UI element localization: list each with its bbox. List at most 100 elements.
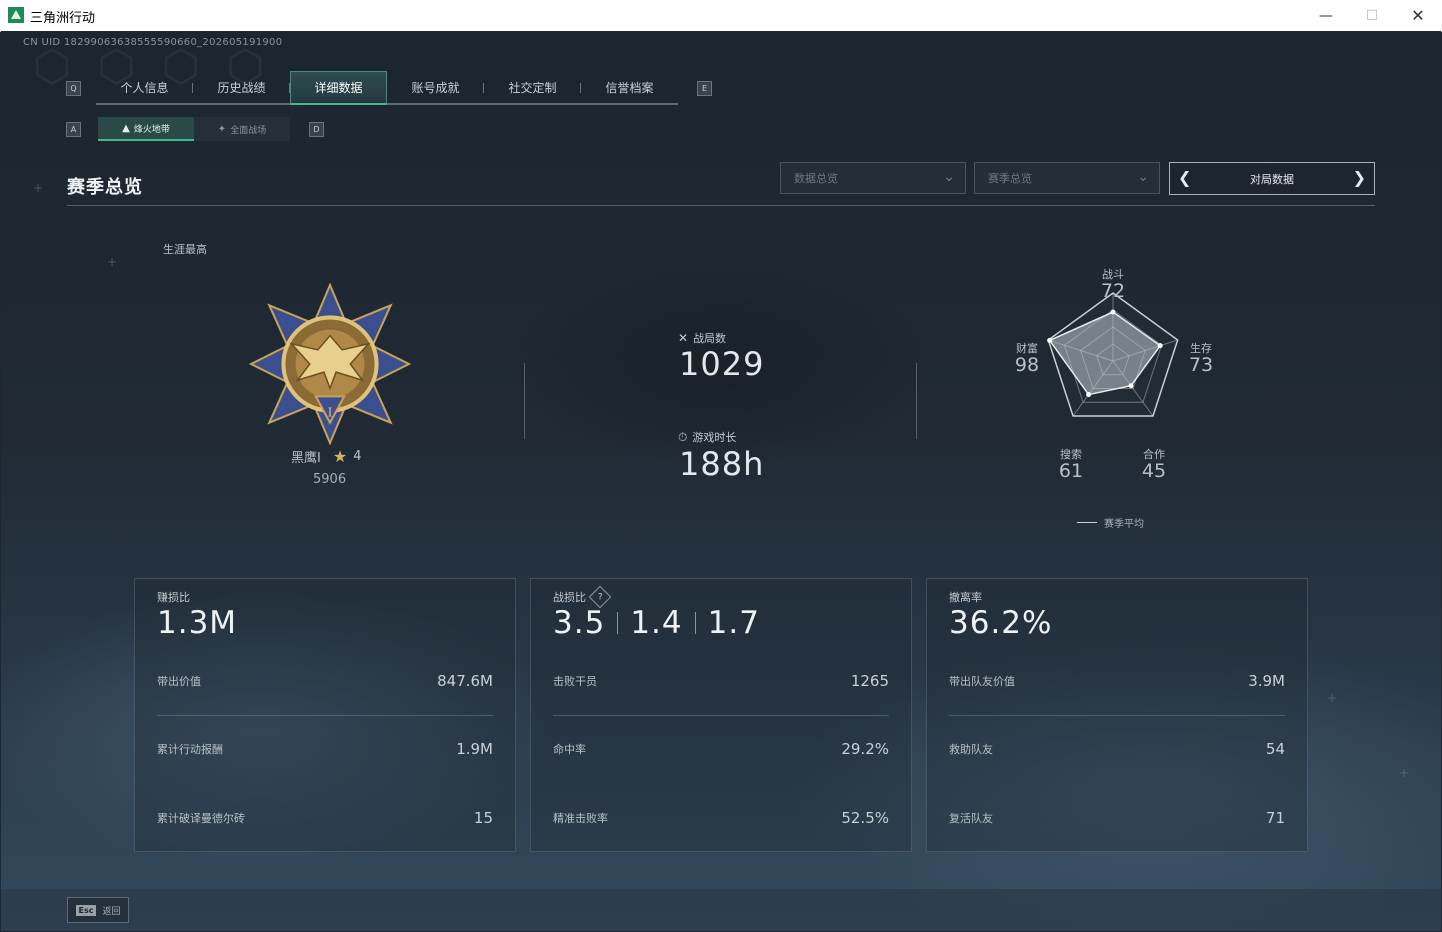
stat-row: 带出价值 847.6M <box>157 672 493 693</box>
tab-label: 个人信息 <box>120 80 169 95</box>
section-divider <box>67 205 1375 206</box>
match-data-selector[interactable]: ❮ 对局数据 ❯ <box>1169 162 1375 195</box>
radar-value-combat: 72 <box>1100 280 1126 302</box>
bottom-bar <box>1 889 1441 931</box>
row-label: 击败干员 <box>553 675 597 688</box>
row-value: 71 <box>1265 809 1285 827</box>
data-overview-dropdown[interactable]: 数据总览 ⌄ <box>780 162 966 194</box>
chevron-right-icon[interactable]: ❯ <box>1353 168 1366 187</box>
rank-stars: 4 <box>353 449 362 464</box>
battlefield-icon: ✦ <box>217 123 227 135</box>
main-value: 3.5 <box>553 605 606 641</box>
tab-next-key[interactable]: E <box>697 81 712 96</box>
tab-credit-record[interactable]: 信誉档案 <box>581 71 678 105</box>
row-label: 救助队友 <box>949 743 993 756</box>
tab-label: 社交定制 <box>508 80 557 95</box>
row-label: 带出队友价值 <box>949 675 1015 688</box>
stopwatch-icon: ⏱ <box>678 429 688 444</box>
card-main-value: 36.2% <box>949 605 1052 641</box>
row-value: 52.5% <box>841 809 889 827</box>
matches-label-text: 战局数 <box>693 332 727 345</box>
kd-ratio-card: 战损比? 3.5 1.4 1.7 击败干员 1265 命中率 29.2% 精准击败率… <box>530 578 912 852</box>
dropdown-value: 数据总览 <box>794 172 838 185</box>
stat-row: 带出队友价值 3.9M <box>949 672 1285 693</box>
ability-radar: 战斗 72 生存 73 合作 45 搜索 61 财富 98 <box>991 256 1251 526</box>
tab-label: 详细数据 <box>314 81 363 95</box>
playtime-value: 188h <box>679 445 765 483</box>
tab-social-custom[interactable]: 社交定制 <box>484 71 581 105</box>
stat-row: 累计行动报酬 1.9M <box>157 740 493 761</box>
radar-point <box>1110 309 1116 315</box>
main-value: 1.3M <box>157 605 238 641</box>
subtab-next-key[interactable]: D <box>309 122 324 137</box>
row-divider <box>553 715 889 716</box>
tab-detailed-data[interactable]: 详细数据 <box>290 71 387 105</box>
selector-label: 对局数据 <box>1250 172 1294 186</box>
extraction-rate-card: 撤离率 36.2% 带出队友价值 3.9M 救助队友 54 复活队友 71 <box>926 578 1308 852</box>
esc-key-icon: Esc <box>75 904 97 916</box>
row-label: 累计行动报酬 <box>157 743 223 756</box>
card-title-text: 赚损比 <box>157 591 190 604</box>
radar-value-wealth: 98 <box>1014 354 1040 376</box>
card-title: 撤离率 <box>949 589 982 605</box>
close-button[interactable]: ✕ <box>1395 0 1441 31</box>
row-label: 复活队友 <box>949 812 993 825</box>
rank-name: 黑鹰Ⅰ <box>291 451 321 466</box>
profit-ratio-card: 赚损比 1.3M 带出价值 847.6M 累计行动报酬 1.9M 累计破译曼德尔砖 1… <box>134 578 516 852</box>
row-value: 54 <box>1265 740 1285 758</box>
tab-prev-key[interactable]: Q <box>66 81 81 96</box>
back-button[interactable]: Esc 返回 <box>67 897 129 923</box>
beacon-icon: ▲ <box>122 122 130 134</box>
mode-subtabs: ▲ 烽火地带 ✦ 全面战场 <box>98 117 290 141</box>
radar-value-survival: 73 <box>1188 354 1214 376</box>
card-title: 战损比? <box>553 585 612 609</box>
hud-cross-icon: + <box>107 255 118 269</box>
column-divider <box>524 363 525 439</box>
subtab-prev-key[interactable]: A <box>66 122 81 137</box>
star-icon: ★ <box>332 447 348 466</box>
matches-label: ✕ 战局数 <box>678 330 726 346</box>
help-glyph: ? <box>597 592 603 602</box>
legend-label: 赛季平均 <box>1104 519 1144 530</box>
radar-value-teamwork: 45 <box>1141 460 1167 482</box>
row-value: 847.6M <box>437 672 493 690</box>
row-divider <box>949 715 1285 716</box>
main-value: 36.2% <box>949 605 1053 641</box>
radar-point <box>1086 392 1092 398</box>
stat-row: 累计破译曼德尔砖 15 <box>157 809 493 830</box>
hud-cross-icon: + <box>1327 691 1338 705</box>
dropdown-value: 赛季总览 <box>988 172 1032 185</box>
subtab-full-battlefield[interactable]: ✦ 全面战场 <box>194 117 290 141</box>
season-dropdown[interactable]: 赛季总览 ⌄ <box>974 162 1160 194</box>
tab-achievements[interactable]: 账号成就 <box>387 71 484 105</box>
row-value: 1.9M <box>456 740 493 758</box>
back-label: 返回 <box>102 906 121 917</box>
window-titlebar: 三角洲行动 — ☐ ✕ <box>0 0 1442 32</box>
row-label: 带出价值 <box>157 675 201 688</box>
maximize-button[interactable]: ☐ <box>1349 0 1395 31</box>
main-value: 1.4 <box>630 605 683 641</box>
tab-label: 历史战绩 <box>217 80 266 95</box>
chevron-down-icon: ⌄ <box>1137 169 1149 185</box>
rank-medal-icon: I <box>249 283 411 445</box>
radar-legend: 赛季平均 <box>1077 515 1144 530</box>
chevron-left-icon[interactable]: ❮ <box>1178 168 1191 187</box>
section-title: 赛季总览 <box>67 177 143 198</box>
tab-match-history[interactable]: 历史战绩 <box>193 71 290 105</box>
stat-row: 击败干员 1265 <box>553 672 889 693</box>
radar-value-search: 61 <box>1058 460 1084 482</box>
minimize-button[interactable]: — <box>1303 0 1349 31</box>
radar-point <box>1128 383 1134 389</box>
playtime-label-text: 游戏时长 <box>692 431 737 444</box>
radar-point <box>1157 343 1163 349</box>
stat-row: 精准击败率 52.5% <box>553 809 889 830</box>
game-stats-screen: ⬡ ⬡ ⬡ ⬡ CN UID 18299063638555590660_2026… <box>1 31 1441 931</box>
row-value: 1265 <box>850 672 889 690</box>
card-title-text: 战损比 <box>553 591 586 604</box>
subtab-hazard-zone[interactable]: ▲ 烽火地带 <box>98 117 194 141</box>
player-uid: CN UID 18299063638555590660_202605191900 <box>23 37 283 48</box>
svg-text:I: I <box>328 406 333 420</box>
tab-personal-info[interactable]: 个人信息 <box>96 71 193 105</box>
row-divider <box>157 715 493 716</box>
hud-cross-icon: + <box>33 181 44 195</box>
